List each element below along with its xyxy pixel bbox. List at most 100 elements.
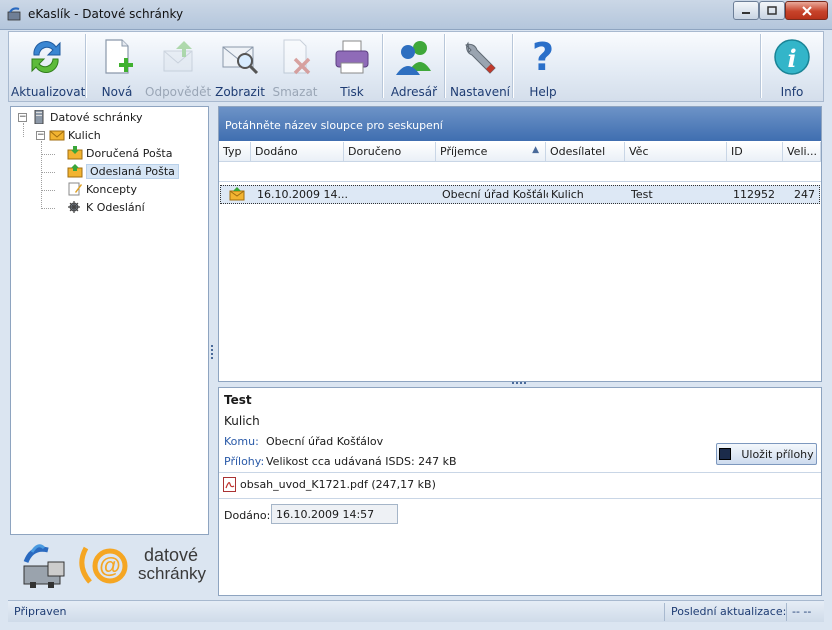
delete-button[interactable]: Smazat (271, 32, 319, 101)
horizontal-splitter-grip-icon[interactable] (512, 382, 528, 385)
cell-prijemce: Obecní úřad Košťálov (442, 188, 548, 201)
status-bar: Připraven Poslední aktualizace: -- -- (8, 600, 824, 622)
tree-line (41, 172, 55, 173)
title-bar: eKaslík - Datové schránky (0, 0, 832, 30)
divider (219, 498, 821, 499)
cell-odesilatel: Kulich (551, 188, 584, 201)
tree-collapse-toggle[interactable]: − (18, 113, 27, 122)
detail-subject: Test (224, 393, 252, 407)
cell-id: 112952 (733, 188, 775, 201)
save-attachments-label: Uložit přílohy (741, 447, 814, 461)
help-question-icon: ? (532, 37, 554, 77)
column-header-vec[interactable]: Věc (625, 142, 727, 162)
toolbar-separator (85, 34, 86, 98)
datove-schranky-logo-icon: @ (79, 546, 128, 584)
column-header-prijemce[interactable]: Příjemce ▲ (436, 142, 546, 162)
toolbar-separator (444, 34, 445, 98)
floppy-disk-icon (719, 448, 732, 460)
app-icon (7, 7, 21, 21)
column-header-typ[interactable]: Typ (219, 142, 251, 162)
toolbar-separator (760, 34, 761, 98)
reply-button[interactable]: Odpovědět (145, 32, 211, 101)
tree-item-drafts[interactable]: Koncepty (67, 180, 137, 198)
draft-icon (67, 182, 83, 196)
settings-button[interactable]: Nastavení (449, 32, 511, 101)
tree-label: K Odeslání (86, 200, 145, 214)
tree-line (41, 190, 55, 191)
refresh-arrows-icon (31, 41, 61, 73)
message-grid: Potáhněte název sloupce pro seskupení Ty… (218, 106, 822, 382)
address-book-label: Adresář (390, 85, 438, 99)
settings-label: Nastavení (449, 85, 511, 99)
column-header-velikost[interactable]: Veli... (783, 142, 821, 162)
window-title: eKaslík - Datové schránky (28, 7, 184, 21)
delivered-value-field: 16.10.2009 14:57 (271, 504, 398, 524)
view-button[interactable]: Zobrazit (215, 32, 265, 101)
outbox-gear-icon (67, 200, 83, 214)
view-label: Zobrazit (215, 85, 265, 99)
column-header-id[interactable]: ID (727, 142, 783, 162)
tree-item-sent[interactable]: Odeslaná Pošta (67, 162, 179, 180)
mailbox-icon (49, 128, 65, 142)
table-row[interactable]: 16.10.2009 14... Obecní úřad Košťálov Ku… (220, 185, 820, 204)
column-header-odesilatel[interactable]: Odesílatel (546, 142, 625, 162)
view-envelope-icon (222, 46, 259, 75)
tree-label: Odeslaná Pošta (86, 163, 179, 179)
sent-envelope-icon (229, 187, 245, 204)
sort-ascending-icon: ▲ (532, 145, 539, 155)
delivered-label: Dodáno: (224, 509, 271, 522)
server-icon (31, 109, 47, 125)
close-icon (801, 5, 812, 16)
tree-label: Kulich (68, 128, 101, 142)
tree-item-kulich[interactable]: Kulich (49, 126, 101, 144)
tree-collapse-toggle[interactable]: − (36, 131, 45, 140)
detail-attachments-value: Velikost cca udávaná ISDS: 247 kB (266, 455, 457, 468)
refresh-label: Aktualizovat (11, 85, 86, 99)
cell-velikost: 247 (794, 188, 815, 201)
tree-label: Doručená Pošta (86, 146, 173, 160)
maximize-icon (767, 6, 777, 15)
svg-text:?: ? (532, 37, 554, 77)
folder-tree: − Datové schránky − Kulich Doručená Pošt… (10, 106, 209, 535)
close-button[interactable] (785, 1, 828, 20)
inbox-icon (67, 146, 83, 160)
help-button[interactable]: ? Help (519, 32, 567, 101)
status-separator (664, 603, 665, 621)
column-header-dodano[interactable]: Dodáno (251, 142, 344, 162)
print-label: Tisk (340, 85, 364, 99)
cell-dodano: 16.10.2009 14... (257, 188, 348, 201)
pdf-file-icon (223, 477, 236, 492)
minimize-button[interactable] (733, 1, 759, 20)
tree-line (41, 154, 55, 155)
reply-icon (163, 41, 193, 72)
logo-text-line1: datové (144, 545, 199, 565)
print-button[interactable]: Tisk (327, 32, 377, 101)
sent-mail-icon (67, 164, 83, 178)
help-label: Help (529, 85, 557, 99)
refresh-button[interactable]: Aktualizovat (11, 32, 86, 101)
tree-label: Koncepty (86, 182, 137, 196)
svg-text:i: i (787, 44, 796, 73)
message-detail: Test Kulich Komu: Obecní úřad Košťálov P… (218, 387, 822, 596)
tree-label: Datové schránky (50, 110, 143, 124)
new-message-button[interactable]: Nová (93, 32, 141, 101)
status-text: Připraven (14, 605, 67, 618)
tree-item-outbox[interactable]: K Odeslání (67, 198, 145, 216)
group-by-panel[interactable]: Potáhněte název sloupce pro seskupení (219, 107, 821, 141)
detail-sender: Kulich (224, 414, 260, 428)
address-book-button[interactable]: Adresář (389, 32, 439, 101)
save-attachments-button[interactable]: Uložit přílohy (716, 443, 817, 465)
tree-item-root[interactable]: Datové schránky (31, 108, 143, 126)
attachment-link[interactable]: obsah_uvod_K1721.pdf (247,17 kB) (223, 477, 436, 492)
maximize-button[interactable] (759, 1, 785, 20)
info-button[interactable]: i Info (767, 32, 817, 101)
column-header-doruceno[interactable]: Doručeno (344, 142, 436, 162)
cell-vec: Test (631, 188, 653, 201)
attachment-filename: obsah_uvod_K1721.pdf (247,17 kB) (240, 478, 436, 491)
delete-label: Smazat (272, 85, 318, 99)
tree-item-inbox[interactable]: Doručená Pošta (67, 144, 172, 162)
vertical-splitter-grip-icon[interactable] (211, 345, 214, 359)
column-header-label: Příjemce (440, 145, 488, 158)
new-document-icon (105, 39, 133, 74)
new-message-label: Nová (101, 85, 133, 99)
